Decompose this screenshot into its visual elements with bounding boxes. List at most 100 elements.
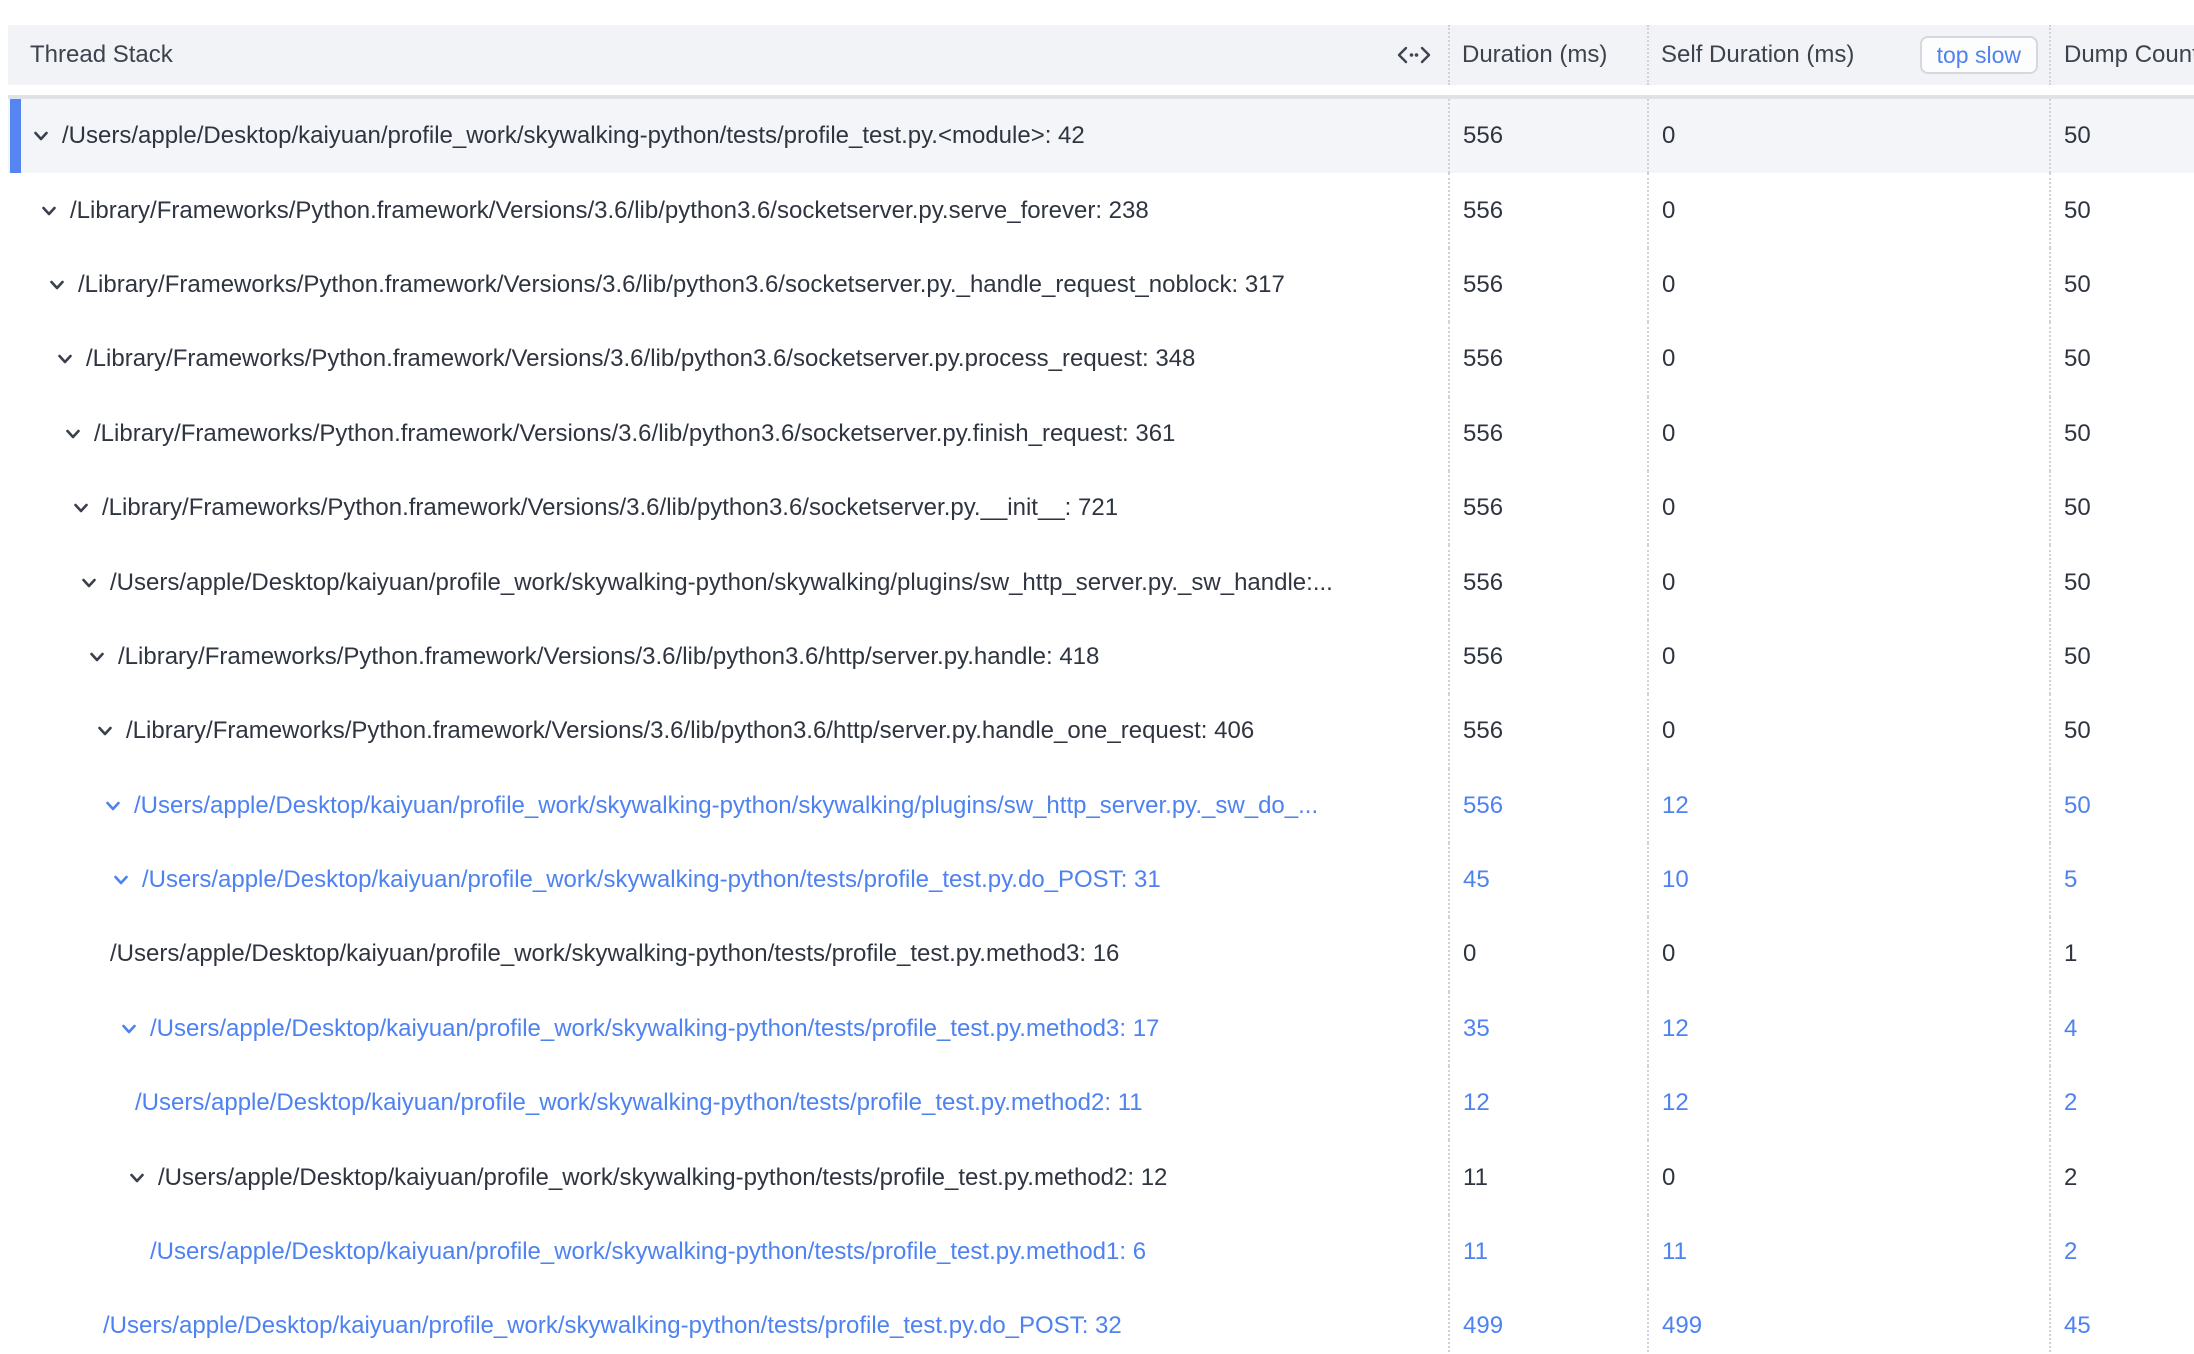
self-duration-cell: 0 <box>1647 322 2049 396</box>
self-duration-cell: 0 <box>1647 397 2049 471</box>
self-duration-cell: 12 <box>1647 992 2049 1066</box>
chevron-down-icon[interactable] <box>30 125 52 147</box>
stack-frame-text: /Users/apple/Desktop/kaiyuan/profile_wor… <box>110 569 1333 597</box>
duration-cell: 556 <box>1448 397 1647 471</box>
duration-cell: 556 <box>1448 99 1647 173</box>
stack-cell: /Users/apple/Desktop/kaiyuan/profile_wor… <box>8 99 1448 173</box>
self-duration-cell: 12 <box>1647 769 2049 843</box>
chevron-down-icon[interactable] <box>86 646 108 668</box>
stack-cell: /Users/apple/Desktop/kaiyuan/profile_wor… <box>8 917 1448 991</box>
stack-frame-text: /Library/Frameworks/Python.framework/Ver… <box>70 197 1149 225</box>
selected-row-indicator <box>10 99 21 173</box>
stack-frame-text: /Library/Frameworks/Python.framework/Ver… <box>118 643 1099 671</box>
stack-cell: /Library/Frameworks/Python.framework/Ver… <box>8 694 1448 768</box>
stack-frame-text: /Library/Frameworks/Python.framework/Ver… <box>78 271 1285 299</box>
dump-count-cell: 4 <box>2049 992 2194 1066</box>
duration-cell: 556 <box>1448 694 1647 768</box>
duration-cell: 556 <box>1448 173 1647 247</box>
duration-cell: 556 <box>1448 620 1647 694</box>
stack-cell: /Users/apple/Desktop/kaiyuan/profile_wor… <box>8 1215 1448 1289</box>
chevron-down-icon[interactable] <box>62 423 84 445</box>
stack-frame-text: /Users/apple/Desktop/kaiyuan/profile_wor… <box>135 1089 1143 1117</box>
stack-frame-text: /Users/apple/Desktop/kaiyuan/profile_wor… <box>62 122 1085 150</box>
table-row[interactable]: /Users/apple/Desktop/kaiyuan/profile_wor… <box>8 769 2194 843</box>
table-header: Thread Stack Duration (ms) Self Duration… <box>8 25 2194 85</box>
stack-frame-text: /Library/Frameworks/Python.framework/Ver… <box>86 345 1195 373</box>
self-duration-cell: 10 <box>1647 843 2049 917</box>
chevron-down-icon[interactable] <box>126 1167 148 1189</box>
duration-cell: 556 <box>1448 248 1647 322</box>
dump-count-cell: 50 <box>2049 322 2194 396</box>
chevron-down-icon[interactable] <box>102 795 124 817</box>
duration-cell: 0 <box>1448 917 1647 991</box>
column-header-thread-stack-label: Thread Stack <box>30 41 173 69</box>
stack-cell: /Users/apple/Desktop/kaiyuan/profile_wor… <box>8 545 1448 619</box>
duration-cell: 556 <box>1448 322 1647 396</box>
table-row[interactable]: /Users/apple/Desktop/kaiyuan/profile_wor… <box>8 545 2194 619</box>
self-duration-cell: 11 <box>1647 1215 2049 1289</box>
column-header-duration: Duration (ms) <box>1448 25 1647 85</box>
table-row[interactable]: /Library/Frameworks/Python.framework/Ver… <box>8 397 2194 471</box>
table-row[interactable]: /Library/Frameworks/Python.framework/Ver… <box>8 471 2194 545</box>
stack-cell: /Library/Frameworks/Python.framework/Ver… <box>8 397 1448 471</box>
table-row[interactable]: /Users/apple/Desktop/kaiyuan/profile_wor… <box>8 992 2194 1066</box>
column-header-dump-count: Dump Count <box>2049 25 2194 85</box>
dump-count-cell: 50 <box>2049 173 2194 247</box>
stack-cell: /Users/apple/Desktop/kaiyuan/profile_wor… <box>8 1289 1448 1354</box>
chevron-down-icon[interactable] <box>110 869 132 891</box>
table-row[interactable]: /Library/Frameworks/Python.framework/Ver… <box>8 620 2194 694</box>
stack-frame-text: /Library/Frameworks/Python.framework/Ver… <box>102 494 1118 522</box>
dump-count-cell: 50 <box>2049 248 2194 322</box>
chevron-down-icon[interactable] <box>118 1018 140 1040</box>
stack-frame-text: /Library/Frameworks/Python.framework/Ver… <box>94 420 1175 448</box>
duration-cell: 35 <box>1448 992 1647 1066</box>
duration-cell: 11 <box>1448 1215 1647 1289</box>
chevron-down-icon[interactable] <box>38 200 60 222</box>
top-slow-button[interactable]: top slow <box>1920 36 2038 74</box>
dump-count-cell: 5 <box>2049 843 2194 917</box>
self-duration-cell: 0 <box>1647 1140 2049 1214</box>
table-row[interactable]: /Users/apple/Desktop/kaiyuan/profile_wor… <box>8 99 2194 173</box>
dump-count-cell: 2 <box>2049 1140 2194 1214</box>
table-row[interactable]: /Users/apple/Desktop/kaiyuan/profile_wor… <box>8 1215 2194 1289</box>
column-header-duration-label: Duration (ms) <box>1462 41 1607 69</box>
table-row[interactable]: /Library/Frameworks/Python.framework/Ver… <box>8 694 2194 768</box>
stack-frame-text: /Users/apple/Desktop/kaiyuan/profile_wor… <box>110 940 1119 968</box>
stack-frame-text: /Users/apple/Desktop/kaiyuan/profile_wor… <box>103 1312 1122 1340</box>
dump-count-cell: 50 <box>2049 545 2194 619</box>
table-row[interactable]: /Users/apple/Desktop/kaiyuan/profile_wor… <box>8 1140 2194 1214</box>
duration-cell: 12 <box>1448 1066 1647 1140</box>
self-duration-cell: 0 <box>1647 471 2049 545</box>
chevron-down-icon[interactable] <box>46 274 68 296</box>
table-row[interactable]: /Users/apple/Desktop/kaiyuan/profile_wor… <box>8 843 2194 917</box>
chevron-down-icon[interactable] <box>70 497 92 519</box>
dump-count-cell: 50 <box>2049 471 2194 545</box>
stack-cell: /Library/Frameworks/Python.framework/Ver… <box>8 173 1448 247</box>
stack-cell: /Library/Frameworks/Python.framework/Ver… <box>8 322 1448 396</box>
table-row[interactable]: /Users/apple/Desktop/kaiyuan/profile_wor… <box>8 1289 2194 1354</box>
table-row[interactable]: /Library/Frameworks/Python.framework/Ver… <box>8 173 2194 247</box>
column-header-dump-count-label: Dump Count <box>2064 41 2194 69</box>
table-row[interactable]: /Library/Frameworks/Python.framework/Ver… <box>8 322 2194 396</box>
self-duration-cell: 499 <box>1647 1289 2049 1354</box>
stack-cell: /Users/apple/Desktop/kaiyuan/profile_wor… <box>8 843 1448 917</box>
duration-cell: 45 <box>1448 843 1647 917</box>
column-header-self-duration-label: Self Duration (ms) <box>1661 41 1854 69</box>
stack-cell: /Library/Frameworks/Python.framework/Ver… <box>8 620 1448 694</box>
table-row[interactable]: /Users/apple/Desktop/kaiyuan/profile_wor… <box>8 917 2194 991</box>
dump-count-cell: 50 <box>2049 99 2194 173</box>
self-duration-cell: 0 <box>1647 917 2049 991</box>
chevron-down-icon[interactable] <box>78 572 100 594</box>
chevron-down-icon[interactable] <box>54 348 76 370</box>
stack-frame-text: /Users/apple/Desktop/kaiyuan/profile_wor… <box>150 1238 1146 1266</box>
dump-count-cell: 2 <box>2049 1066 2194 1140</box>
stack-frame-text: /Library/Frameworks/Python.framework/Ver… <box>126 717 1254 745</box>
self-duration-cell: 0 <box>1647 248 2049 322</box>
table-row[interactable]: /Users/apple/Desktop/kaiyuan/profile_wor… <box>8 1066 2194 1140</box>
self-duration-cell: 0 <box>1647 173 2049 247</box>
stack-cell: /Library/Frameworks/Python.framework/Ver… <box>8 471 1448 545</box>
stack-frame-text: /Users/apple/Desktop/kaiyuan/profile_wor… <box>150 1015 1159 1043</box>
table-row[interactable]: /Library/Frameworks/Python.framework/Ver… <box>8 248 2194 322</box>
chevron-down-icon[interactable] <box>94 720 116 742</box>
column-resize-icon[interactable] <box>1395 43 1433 67</box>
